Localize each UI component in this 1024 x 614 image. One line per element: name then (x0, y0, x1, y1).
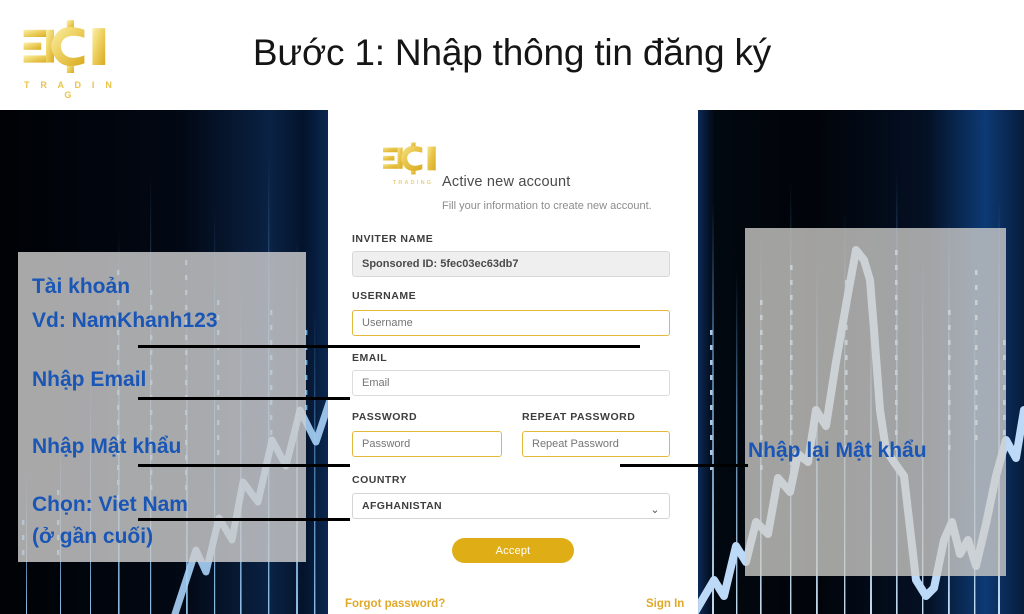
annotation-country-line2: (ở gần cuối) (32, 525, 154, 548)
annotation-account-line2: Vd: NamKhanh123 (32, 309, 218, 332)
sign-in-link[interactable]: Sign In (646, 598, 684, 610)
page-title: Bước 1: Nhập thông tin đăng ký (252, 32, 772, 73)
country-select[interactable]: AFGHANISTAN ⌄ (352, 493, 670, 519)
chevron-down-icon: ⌄ (650, 504, 660, 516)
repeat-password-input[interactable] (522, 431, 670, 457)
fci-logo-icon (383, 142, 436, 175)
card-logo-wordmark: TRADING (392, 180, 434, 186)
inviter-name-label: INVITER NAME (352, 233, 434, 245)
username-label: USERNAME (352, 290, 417, 302)
annotation-repeat-password: Nhập lại Mật khẩu (748, 439, 927, 462)
annotation-country-line1: Chọn: Viet Nam (32, 493, 188, 516)
country-selected-value: AFGHANISTAN (362, 500, 443, 512)
slide-header: T R A D I N G Bước 1: Nhập thông tin đăn… (0, 0, 1024, 110)
leader-line-repeat-password (620, 464, 748, 467)
right-annotation-backdrop (745, 228, 1006, 576)
leader-line-email (138, 397, 350, 400)
card-header: TRADING Active new account Fill your inf… (352, 138, 682, 212)
email-input[interactable] (352, 370, 670, 396)
slide-root: TRADING Active new account Fill your inf… (0, 0, 1024, 614)
accept-button[interactable]: Accept (452, 538, 574, 563)
card-title: Active new account (442, 174, 571, 190)
country-label: COUNTRY (352, 474, 408, 486)
annotation-account-line1: Tài khoản (32, 275, 131, 298)
password-label: PASSWORD (352, 411, 418, 423)
sponsored-id-field: Sponsored ID: 5fec03ec63db7 (352, 251, 670, 277)
leader-line-password (138, 464, 350, 467)
leader-line-country (138, 518, 350, 521)
annotation-password: Nhập Mật khẩu (32, 435, 182, 458)
password-input[interactable] (352, 431, 502, 457)
username-input[interactable] (352, 310, 670, 336)
repeat-password-label: REPEAT PASSWORD (522, 411, 636, 423)
email-label: EMAIL (352, 352, 388, 364)
forgot-password-link[interactable]: Forgot password? (345, 598, 445, 610)
leader-line-username (138, 345, 640, 348)
card-subtitle: Fill your information to create new acco… (442, 200, 652, 212)
annotation-email: Nhập Email (32, 368, 147, 391)
brand-wordmark: T R A D I N G (23, 80, 117, 100)
